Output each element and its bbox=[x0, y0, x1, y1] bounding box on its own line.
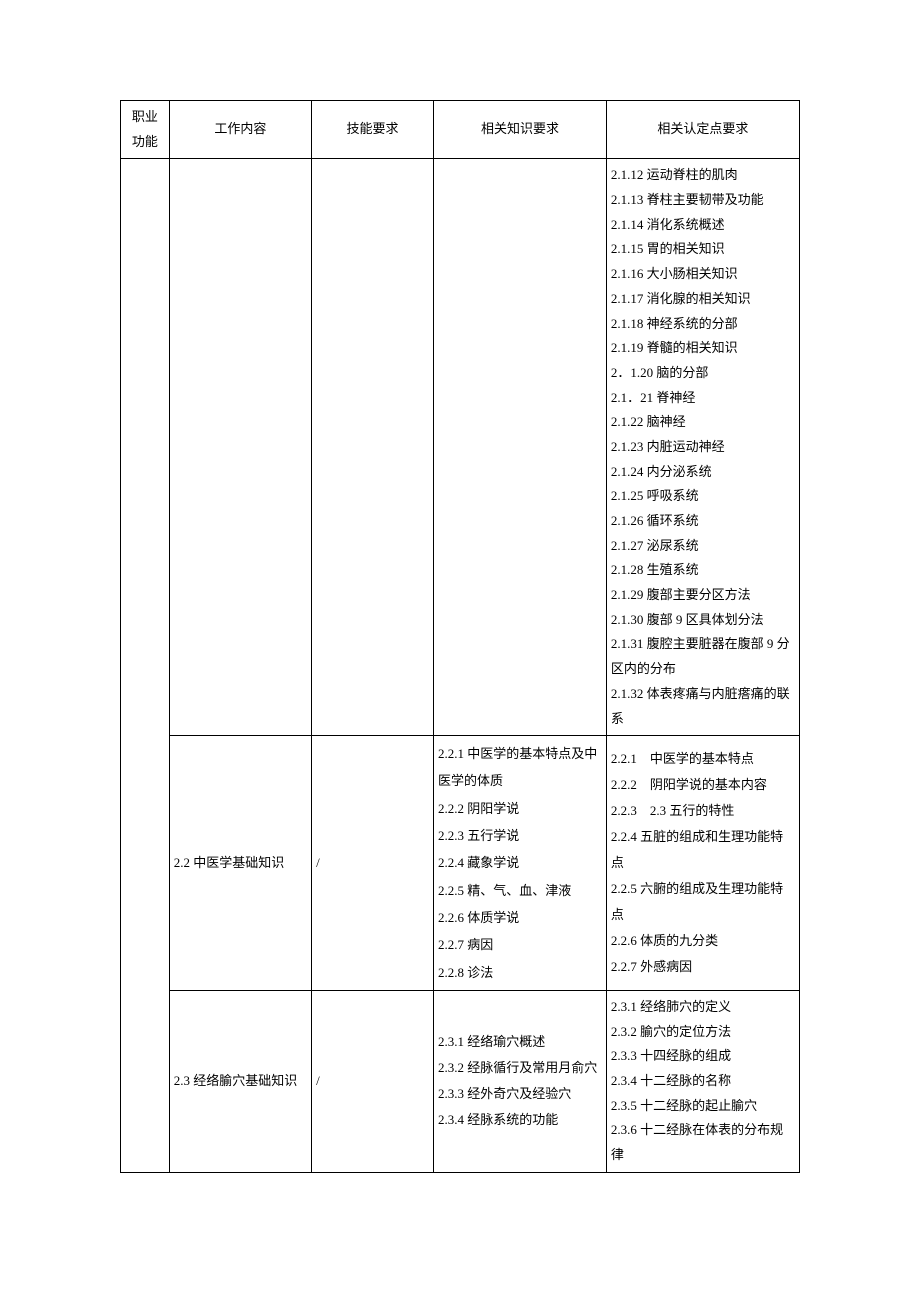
requirements-table: 职业 功能 工作内容 技能要求 相关知识要求 相关认定点要求 2.1.12 运动… bbox=[120, 100, 800, 1173]
cell-skill: / bbox=[312, 990, 434, 1172]
cell-function bbox=[121, 159, 170, 1172]
cell-skill bbox=[312, 159, 434, 736]
cell-work: 2.2 中医学基础知识 bbox=[169, 736, 311, 991]
table-header-row: 职业 功能 工作内容 技能要求 相关知识要求 相关认定点要求 bbox=[121, 101, 800, 159]
cell-points: 2.2.1 中医学的基本特点 2.2.2 阴阳学说的基本内容 2.2.3 2.3… bbox=[606, 736, 799, 991]
table-row: 2.2 中医学基础知识 / 2.2.1 中医学的基本特点及中医学的体质 2.2.… bbox=[121, 736, 800, 991]
cell-work bbox=[169, 159, 311, 736]
cell-text: 2.2.1 中医学的基本特点 2.2.2 阴阳学说的基本内容 2.2.3 2.3… bbox=[611, 746, 795, 980]
cell-points: 2.1.12 运动脊柱的肌肉 2.1.13 脊柱主要韧带及功能 2.1.14 消… bbox=[606, 159, 799, 736]
cell-text: 2.2.1 中医学的基本特点及中医学的体质 2.2.2 阴阳学说 2.2.3 五… bbox=[438, 740, 602, 986]
cell-knowledge bbox=[434, 159, 607, 736]
cell-text: 2.3.1 经络瑜穴概述 2.3.2 经脉循行及常用月俞穴 2.3.3 经外奇穴… bbox=[438, 1029, 602, 1133]
header-text: 功能 bbox=[132, 134, 158, 149]
table-row: 2.1.12 运动脊柱的肌肉 2.1.13 脊柱主要韧带及功能 2.1.14 消… bbox=[121, 159, 800, 736]
header-text: 职业 bbox=[132, 109, 158, 124]
cell-knowledge: 2.3.1 经络瑜穴概述 2.3.2 经脉循行及常用月俞穴 2.3.3 经外奇穴… bbox=[434, 990, 607, 1172]
table-row: 2.3 经络腧穴基础知识 / 2.3.1 经络瑜穴概述 2.3.2 经脉循行及常… bbox=[121, 990, 800, 1172]
document-page: 职业 功能 工作内容 技能要求 相关知识要求 相关认定点要求 2.1.12 运动… bbox=[0, 0, 920, 1233]
header-work: 工作内容 bbox=[169, 101, 311, 159]
cell-skill: / bbox=[312, 736, 434, 991]
header-function: 职业 功能 bbox=[121, 101, 170, 159]
cell-work: 2.3 经络腧穴基础知识 bbox=[169, 990, 311, 1172]
header-points: 相关认定点要求 bbox=[606, 101, 799, 159]
cell-knowledge: 2.2.1 中医学的基本特点及中医学的体质 2.2.2 阴阳学说 2.2.3 五… bbox=[434, 736, 607, 991]
header-skill: 技能要求 bbox=[312, 101, 434, 159]
cell-points: 2.3.1 经络肺穴的定义 2.3.2 腧穴的定位方法 2.3.3 十四经脉的组… bbox=[606, 990, 799, 1172]
header-knowledge: 相关知识要求 bbox=[434, 101, 607, 159]
